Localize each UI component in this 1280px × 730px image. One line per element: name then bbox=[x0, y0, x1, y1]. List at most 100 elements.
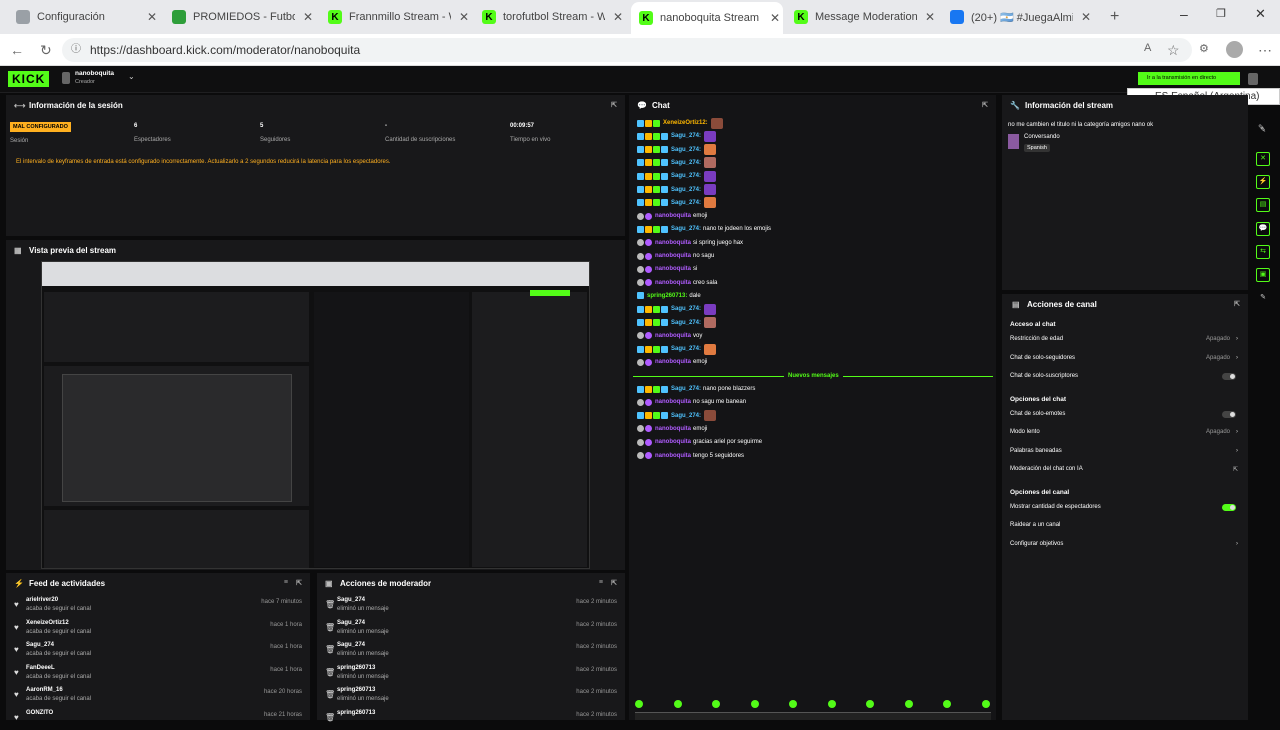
maximize-button[interactable]: ❐ bbox=[1216, 7, 1226, 20]
read-aloud-icon[interactable]: A bbox=[1144, 42, 1151, 54]
popout-icon[interactable]: ⇱ bbox=[982, 101, 988, 109]
chat-username[interactable]: nanoboquita bbox=[655, 253, 691, 259]
channel-dropdown-icon[interactable]: ⌄ bbox=[128, 72, 135, 81]
item-name[interactable]: Sagu_274 bbox=[337, 642, 365, 648]
chat-username[interactable]: Sagu_274: bbox=[671, 386, 701, 392]
tab-close-icon[interactable]: ✕ bbox=[303, 10, 313, 24]
tab-close-icon[interactable]: ✕ bbox=[770, 11, 780, 25]
toggle-switch[interactable] bbox=[1222, 373, 1236, 380]
list-item[interactable]: 🗑 spring260713 eliminó un mensaje hace 2 mi… bbox=[317, 663, 625, 685]
item-name[interactable]: FanDeeeL bbox=[26, 665, 55, 671]
item-name[interactable]: spring260713 bbox=[337, 710, 375, 716]
chat-username[interactable]: nanoboquita bbox=[655, 280, 691, 286]
browser-tab[interactable]: K Message Moderation - K ✕ bbox=[786, 4, 938, 30]
setting-row[interactable]: Configurar objetivos › bbox=[1010, 541, 1240, 555]
chat-username[interactable]: Sagu_274: bbox=[671, 226, 701, 232]
side-tool-icon[interactable]: ⚡ bbox=[1256, 175, 1270, 189]
list-item[interactable]: ♥ Sagu_274 acaba de seguir el canal hace 1 … bbox=[6, 640, 310, 662]
chat-username[interactable]: nanoboquita bbox=[655, 266, 691, 272]
stream-video[interactable] bbox=[41, 261, 590, 569]
setting-row[interactable]: Mostrar cantidad de espectadores bbox=[1010, 503, 1240, 518]
item-name[interactable]: XeneizeOrtiz12 bbox=[26, 620, 69, 626]
chat-tool-icon[interactable] bbox=[827, 700, 836, 708]
chat-username[interactable]: Sagu_274: bbox=[671, 306, 701, 312]
chat-username[interactable]: Sagu_274: bbox=[671, 133, 701, 139]
chat-tool-icon[interactable] bbox=[866, 700, 874, 708]
chat-username[interactable]: nanoboquita bbox=[655, 453, 691, 459]
site-info-icon[interactable]: ⓘ bbox=[71, 38, 81, 62]
list-item[interactable]: ♥ XeneizeOrtiz12 acaba de seguir el canal h… bbox=[6, 618, 310, 640]
chat-tool-icon[interactable] bbox=[943, 700, 951, 708]
popout-icon[interactable]: ⇱ bbox=[611, 579, 617, 587]
chat-tool-icon[interactable] bbox=[904, 700, 913, 708]
tab-close-icon[interactable]: ✕ bbox=[1081, 10, 1091, 24]
more-menu-icon[interactable]: ⋯ bbox=[1258, 42, 1272, 59]
list-item[interactable]: 🗑 Sagu_274 eliminó un mensaje hace 2 minuto… bbox=[317, 618, 625, 640]
list-item[interactable]: 🗑 spring260713 hace 2 minutos bbox=[317, 708, 625, 730]
tab-close-icon[interactable]: ✕ bbox=[925, 10, 935, 24]
chat-username[interactable]: XeneizeOrtiz12: bbox=[663, 120, 708, 126]
setting-row[interactable]: Chat de solo-suscriptores bbox=[1010, 373, 1240, 387]
popout-icon[interactable]: ⇱ bbox=[611, 101, 617, 109]
chat-input[interactable] bbox=[635, 712, 991, 720]
toggle-switch[interactable] bbox=[1222, 410, 1236, 418]
chevron-right-icon[interactable]: › bbox=[1236, 541, 1238, 547]
browser-tab[interactable]: Configuración ✕ bbox=[8, 4, 160, 30]
chat-username[interactable]: Sagu_274: bbox=[671, 187, 701, 193]
side-tool-icon[interactable]: ✎ bbox=[1256, 124, 1270, 138]
popout-icon[interactable]: ⇱ bbox=[296, 579, 302, 587]
chat-tool-icon[interactable] bbox=[673, 700, 682, 708]
list-item[interactable]: ♥ GONZITO hace 21 horas bbox=[6, 708, 310, 730]
browser-tab[interactable]: K Frannmillo Stream - Watc ✕ bbox=[320, 4, 472, 30]
account-icon[interactable] bbox=[1248, 73, 1258, 85]
chat-username[interactable]: Sagu_274: bbox=[671, 173, 701, 179]
item-name[interactable]: AaronRM_16 bbox=[26, 687, 63, 693]
setting-row[interactable]: Modo lento Apagado › bbox=[1010, 429, 1240, 443]
item-name[interactable]: spring260713 bbox=[337, 665, 375, 671]
side-tool-icon[interactable]: ✕ bbox=[1256, 152, 1270, 166]
filter-icon[interactable]: ≡ bbox=[284, 579, 288, 586]
setting-row[interactable]: Moderación del chat con IA ⇱ bbox=[1010, 466, 1240, 480]
chat-username[interactable]: Sagu_274: bbox=[671, 147, 701, 153]
setting-row[interactable]: Restricción de edad Apagado › bbox=[1010, 336, 1240, 350]
external-link-icon[interactable]: ⇱ bbox=[1233, 466, 1238, 473]
side-tool-icon[interactable]: ▤ bbox=[1256, 198, 1270, 212]
chat-username[interactable]: spring260713: bbox=[647, 293, 687, 299]
browser-tab[interactable]: Knanoboquita Stream - Ki ✕ bbox=[631, 2, 783, 34]
favorite-star-icon[interactable]: ☆ bbox=[1167, 42, 1180, 59]
item-name[interactable]: Sagu_274 bbox=[26, 642, 54, 648]
setting-row[interactable]: Chat de solo-seguidores Apagado › bbox=[1010, 355, 1240, 369]
toggle-switch[interactable] bbox=[1222, 503, 1236, 511]
tab-close-icon[interactable]: ✕ bbox=[147, 10, 157, 24]
profile-avatar[interactable] bbox=[1226, 41, 1243, 58]
list-item[interactable]: ♥ AaronRM_16 acaba de seguir el canal hace … bbox=[6, 685, 310, 707]
item-name[interactable]: GONZITO bbox=[26, 710, 53, 716]
setting-row[interactable]: Chat de solo-emotes bbox=[1010, 410, 1240, 425]
url-field[interactable]: ⓘ https://dashboard.kick.com/moderator/n… bbox=[62, 38, 1192, 62]
browser-tab[interactable]: (20+) 🇦🇷 #JuegaAlmira ✕ bbox=[942, 4, 1094, 30]
chat-username[interactable]: nanoboquita bbox=[655, 359, 691, 365]
item-name[interactable]: Sagu_274 bbox=[337, 620, 365, 626]
side-tool-icon[interactable]: ✎ bbox=[1256, 291, 1270, 305]
side-tool-icon[interactable]: 💬 bbox=[1256, 222, 1270, 236]
chevron-right-icon[interactable]: › bbox=[1236, 448, 1238, 454]
chat-username[interactable]: Sagu_274: bbox=[671, 346, 701, 352]
chat-username[interactable]: nanoboquita bbox=[655, 439, 691, 445]
chat-username[interactable]: nanoboquita bbox=[655, 213, 691, 219]
setting-row[interactable]: Raidear a un canal bbox=[1010, 522, 1240, 536]
minimize-button[interactable]: – bbox=[1180, 6, 1188, 22]
side-tool-icon[interactable]: ▣ bbox=[1256, 268, 1270, 282]
chat-username[interactable]: nanoboquita bbox=[655, 333, 691, 339]
chat-tool-icon[interactable] bbox=[750, 700, 759, 708]
chat-username[interactable]: nanoboquita bbox=[655, 240, 691, 246]
close-window-button[interactable]: ✕ bbox=[1255, 6, 1266, 22]
chat-tool-icon[interactable] bbox=[789, 700, 797, 708]
chat-username[interactable]: nanoboquita bbox=[655, 426, 691, 432]
list-item[interactable]: 🗑 spring260713 eliminó un mensaje hace 2 mi… bbox=[317, 685, 625, 707]
go-live-button[interactable]: Ir a la transmisión en directo bbox=[1138, 72, 1240, 85]
chat-tool-icon[interactable] bbox=[712, 700, 720, 708]
list-item[interactable]: 🗑 Sagu_274 eliminó un mensaje hace 2 minuto… bbox=[317, 595, 625, 617]
item-name[interactable]: Sagu_274 bbox=[337, 597, 365, 603]
browser-tab[interactable]: PROMIEDOS - Futbol Ar ✕ bbox=[164, 4, 316, 30]
popout-icon[interactable]: ⇱ bbox=[1234, 300, 1240, 308]
